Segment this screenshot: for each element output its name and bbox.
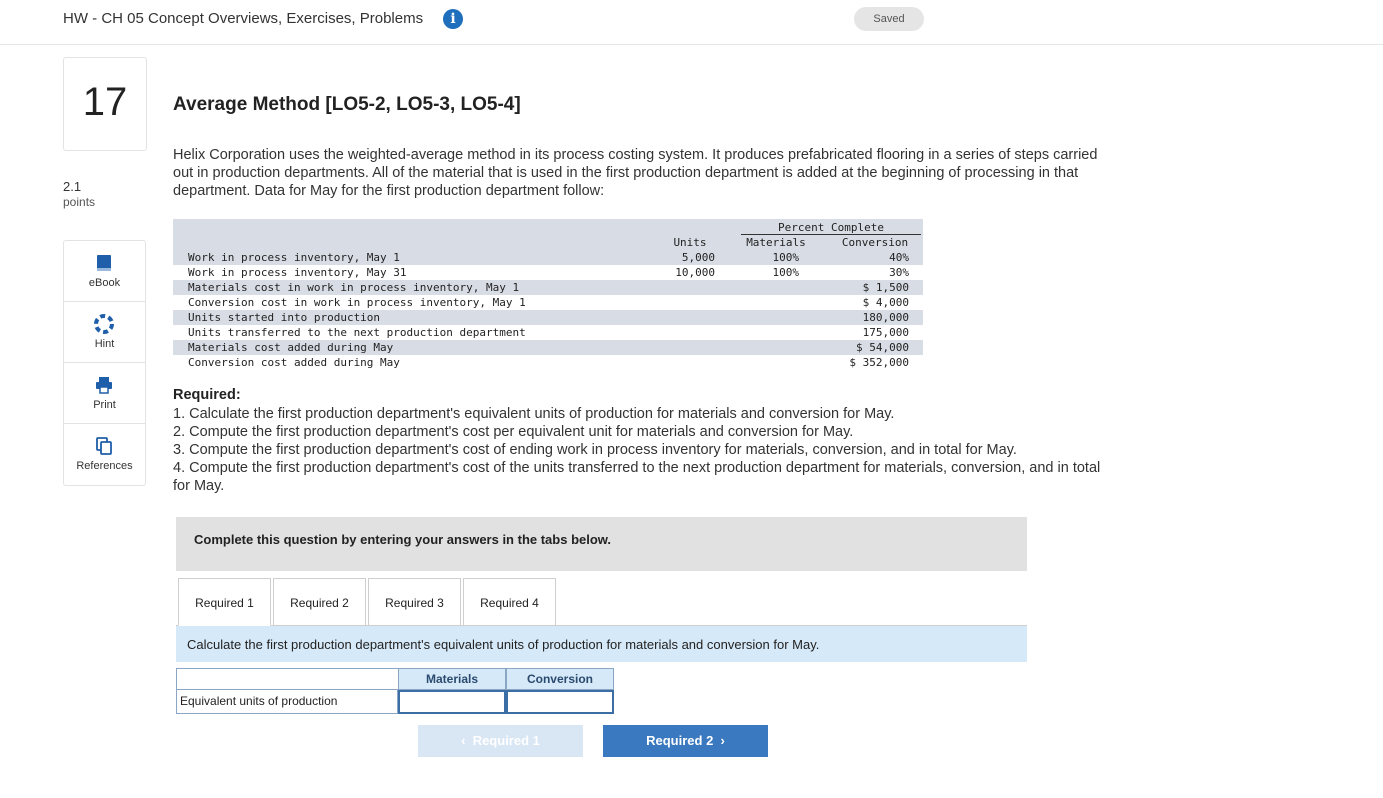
points-label: points bbox=[63, 195, 96, 209]
row-label: Work in process inventory, May 1 bbox=[188, 251, 400, 264]
row-units: 10,000 bbox=[675, 266, 715, 279]
table-row: Units started into production 180,000 bbox=[173, 310, 923, 325]
row-label: Materials cost added during May bbox=[188, 341, 394, 354]
table-row: Materials cost in work in process invent… bbox=[173, 280, 923, 295]
row-conversion: 30% bbox=[889, 266, 909, 279]
row-conversion: $ 1,500 bbox=[862, 281, 909, 294]
top-bar: HW - CH 05 Concept Overviews, Exercises,… bbox=[0, 0, 1383, 45]
answer-conversion-header: Conversion bbox=[506, 668, 614, 690]
print-label: Print bbox=[93, 399, 116, 411]
required-item: 3. Compute the first production departme… bbox=[173, 442, 1017, 458]
materials-input[interactable] bbox=[398, 690, 506, 714]
row-materials: 100% bbox=[772, 266, 800, 279]
units-header: Units bbox=[673, 236, 707, 249]
copy-icon bbox=[94, 436, 114, 456]
row-conversion: $ 352,000 bbox=[849, 356, 909, 369]
lifebuoy-icon bbox=[94, 314, 114, 334]
question-title: Average Method [LO5-2, LO5-3, LO5-4] bbox=[173, 94, 521, 115]
conversion-input[interactable] bbox=[506, 690, 614, 714]
question-number: 17 bbox=[82, 80, 128, 124]
next-label: Required 2 bbox=[646, 733, 714, 748]
references-label: References bbox=[76, 460, 133, 472]
row-conversion: $ 54,000 bbox=[856, 341, 909, 354]
table-row: Work in process inventory, May 1 5,000 1… bbox=[173, 250, 923, 265]
hint-button[interactable]: Hint bbox=[64, 302, 145, 363]
prev-required-button[interactable]: ‹ Required 1 bbox=[418, 725, 583, 757]
question-number-box: 17 bbox=[63, 57, 147, 151]
row-conversion: 180,000 bbox=[862, 311, 909, 324]
references-button[interactable]: References bbox=[64, 424, 145, 484]
row-label: Conversion cost added during May bbox=[188, 356, 400, 369]
complete-prompt: Complete this question by entering your … bbox=[194, 532, 612, 547]
row-label: Conversion cost in work in process inven… bbox=[188, 296, 526, 309]
row-units: 5,000 bbox=[681, 251, 715, 264]
row-conversion: 175,000 bbox=[862, 326, 909, 339]
table-row: Conversion cost in work in process inven… bbox=[173, 295, 923, 310]
points-value: 2.1 bbox=[63, 179, 82, 194]
instruction-text: Calculate the first production departmen… bbox=[187, 637, 820, 652]
materials-header: Materials bbox=[746, 236, 806, 249]
required-heading: Required: bbox=[173, 387, 241, 403]
chevron-right-icon: › bbox=[713, 733, 725, 748]
equivalent-units-label: Equivalent units of production bbox=[176, 690, 398, 714]
ebook-label: eBook bbox=[88, 277, 121, 289]
row-label: Units started into production bbox=[188, 311, 381, 324]
question-intro: Helix Corporation uses the weighted-aver… bbox=[173, 147, 1098, 199]
percent-complete-header: Percent Complete bbox=[741, 221, 921, 235]
tab-required-2[interactable]: Required 2 bbox=[273, 578, 366, 626]
conversion-header: Conversion bbox=[841, 236, 909, 249]
chevron-left-icon: ‹ bbox=[461, 733, 473, 748]
info-icon[interactable]: i bbox=[443, 9, 463, 29]
answer-materials-header: Materials bbox=[398, 668, 506, 690]
next-required-button[interactable]: Required 2 › bbox=[603, 725, 768, 757]
answer-header-blank bbox=[176, 668, 398, 690]
assignment-title: HW - CH 05 Concept Overviews, Exercises,… bbox=[63, 10, 424, 27]
row-label: Units transferred to the next production… bbox=[188, 326, 526, 339]
book-icon bbox=[94, 253, 114, 273]
table-row: Work in process inventory, May 31 10,000… bbox=[173, 265, 923, 280]
print-button[interactable]: Print bbox=[64, 363, 145, 424]
table-row: Conversion cost added during May $ 352,0… bbox=[173, 355, 923, 370]
ebook-button[interactable]: eBook bbox=[64, 241, 145, 302]
complete-prompt-box: Complete this question by entering your … bbox=[176, 517, 1027, 571]
tools-panel: eBook Hint Print References bbox=[63, 240, 146, 486]
hint-label: Hint bbox=[94, 338, 115, 350]
tab-required-3[interactable]: Required 3 bbox=[368, 578, 461, 626]
row-conversion: $ 4,000 bbox=[862, 296, 909, 309]
required-item: 1. Calculate the first production depart… bbox=[173, 406, 895, 422]
saved-badge: Saved bbox=[854, 7, 924, 31]
prev-label: Required 1 bbox=[472, 733, 540, 748]
required-list: 1. Calculate the first production depart… bbox=[173, 405, 1113, 495]
data-table-header: Percent Complete Units Materials Convers… bbox=[173, 219, 923, 249]
required-item: 2. Compute the first production departme… bbox=[173, 424, 854, 440]
row-label: Work in process inventory, May 31 bbox=[188, 266, 407, 279]
tab-required-4[interactable]: Required 4 bbox=[463, 578, 556, 626]
data-table: Percent Complete Units Materials Convers… bbox=[173, 219, 923, 370]
tab-required-1[interactable]: Required 1 bbox=[178, 578, 271, 626]
printer-icon bbox=[94, 375, 114, 395]
row-label: Materials cost in work in process invent… bbox=[188, 281, 520, 294]
instruction-bar: Calculate the first production departmen… bbox=[176, 625, 1027, 662]
table-row: Materials cost added during May $ 54,000 bbox=[173, 340, 923, 355]
table-row: Units transferred to the next production… bbox=[173, 325, 923, 340]
required-item: 4. Compute the first production departme… bbox=[173, 460, 1101, 494]
row-conversion: 40% bbox=[889, 251, 909, 264]
row-materials: 100% bbox=[772, 251, 800, 264]
